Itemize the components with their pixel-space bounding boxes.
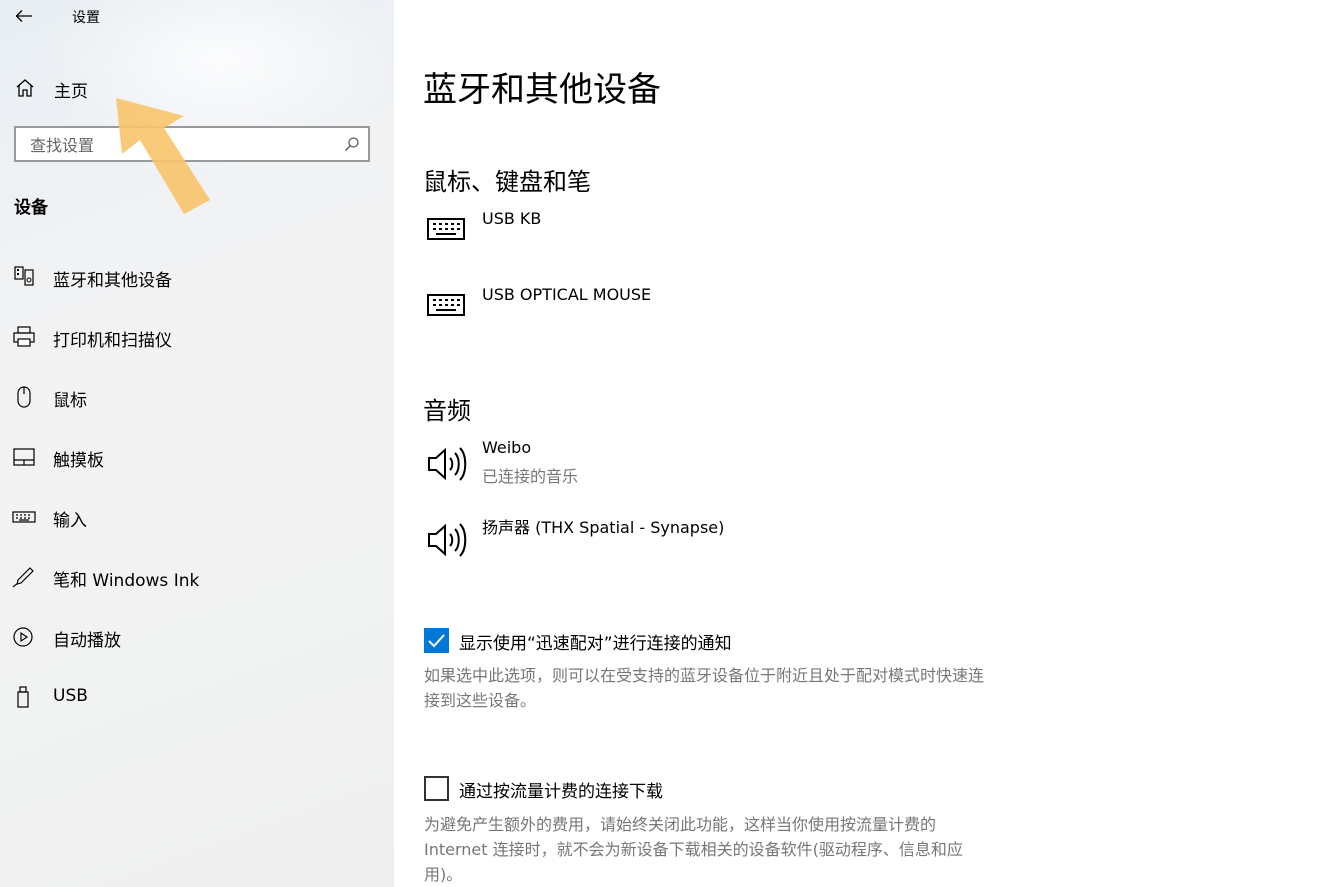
back-arrow-icon (15, 10, 32, 22)
group-title-audio: 音频 (423, 397, 471, 425)
page-title: 蓝牙和其他设备 (423, 70, 661, 110)
device-weibo[interactable]: Weibo 已连接的音乐 (423, 438, 1123, 498)
sidebar-item-label: USB (53, 686, 88, 706)
home-icon (14, 78, 36, 102)
pen-icon (12, 566, 36, 588)
sidebar-item-pen[interactable]: 笔和 Windows Ink (0, 547, 394, 607)
speaker-icon (426, 444, 470, 488)
sidebar-item-mouse[interactable]: 鼠标 (0, 367, 394, 427)
mouse-icon (12, 386, 36, 408)
usb-icon (12, 686, 36, 708)
sidebar-item-touchpad[interactable]: 触摸板 (0, 427, 394, 487)
sidebar-item-label: 触摸板 (53, 451, 104, 471)
device-status: 已连接的音乐 (482, 467, 579, 486)
sidebar-item-typing[interactable]: 输入 (0, 487, 394, 547)
sidebar-item-printers[interactable]: 打印机和扫描仪 (0, 307, 394, 367)
sidebar: 设置 主页 设备 (0, 0, 394, 887)
main-content: 蓝牙和其他设备 鼠标、键盘和笔 USB KB USB OPTICAL MOUSE (394, 0, 1331, 887)
device-usb-optical-mouse[interactable]: USB OPTICAL MOUSE (423, 285, 1123, 345)
sidebar-item-autoplay[interactable]: 自动播放 (0, 607, 394, 667)
sidebar-item-label: 输入 (53, 511, 87, 531)
swift-pair-option[interactable]: 显示使用“迅速配对”进行连接的通知 (424, 628, 1124, 654)
device-name: 扬声器 (THX Spatial - Synapse) (482, 518, 725, 537)
sidebar-item-label: 打印机和扫描仪 (53, 331, 172, 351)
bluetooth-devices-icon (12, 266, 36, 288)
app-title: 设置 (72, 10, 100, 26)
sidebar-item-usb[interactable]: USB (0, 667, 394, 727)
metered-download-checkbox[interactable] (424, 776, 449, 801)
sidebar-item-label: 笔和 Windows Ink (53, 571, 200, 591)
swift-pair-description: 如果选中此选项，则可以在受支持的蓝牙设备位于附近且处于配对模式时快速连接到这些设… (424, 666, 985, 710)
metered-download-label: 通过按流量计费的连接下载 (459, 782, 663, 802)
device-name: Weibo (482, 438, 532, 457)
sidebar-item-label: 鼠标 (53, 391, 87, 411)
device-name: USB KB (482, 209, 542, 228)
sidebar-item-bluetooth[interactable]: 蓝牙和其他设备 (0, 247, 394, 307)
keyboard-icon (426, 291, 466, 323)
keyboard-icon (426, 215, 466, 247)
keyboard-icon (12, 506, 36, 528)
device-name: USB OPTICAL MOUSE (482, 285, 652, 304)
metered-download-description: 为避免产生额外的费用，请始终关闭此功能，这样当你使用按流量计费的 Interne… (424, 815, 963, 884)
group-title-input-devices: 鼠标、键盘和笔 (423, 168, 591, 196)
touchpad-icon (12, 446, 36, 468)
swift-pair-label: 显示使用“迅速配对”进行连接的通知 (459, 634, 732, 654)
search-icon[interactable] (344, 136, 360, 156)
speaker-icon (426, 520, 470, 564)
sidebar-home-label: 主页 (54, 82, 88, 102)
swift-pair-checkbox[interactable] (424, 628, 449, 653)
sidebar-nav: 蓝牙和其他设备 打印机和扫描仪 鼠标 触摸板 输入 笔和 Windows Ink… (0, 247, 394, 727)
annotation-arrow-icon (116, 98, 210, 214)
printer-icon (12, 326, 36, 348)
checkmark-icon (428, 634, 445, 648)
sidebar-item-label: 自动播放 (53, 631, 121, 651)
back-button[interactable] (8, 2, 40, 30)
device-thx-speaker[interactable]: 扬声器 (THX Spatial - Synapse) (423, 514, 1123, 574)
sidebar-section-label: 设备 (14, 198, 48, 218)
device-usb-kb[interactable]: USB KB (423, 209, 1123, 269)
settings-window: 设置 主页 设备 (0, 0, 1331, 887)
autoplay-icon (12, 626, 36, 648)
sidebar-item-label: 蓝牙和其他设备 (53, 271, 172, 291)
metered-download-option[interactable]: 通过按流量计费的连接下载 (424, 776, 1124, 802)
